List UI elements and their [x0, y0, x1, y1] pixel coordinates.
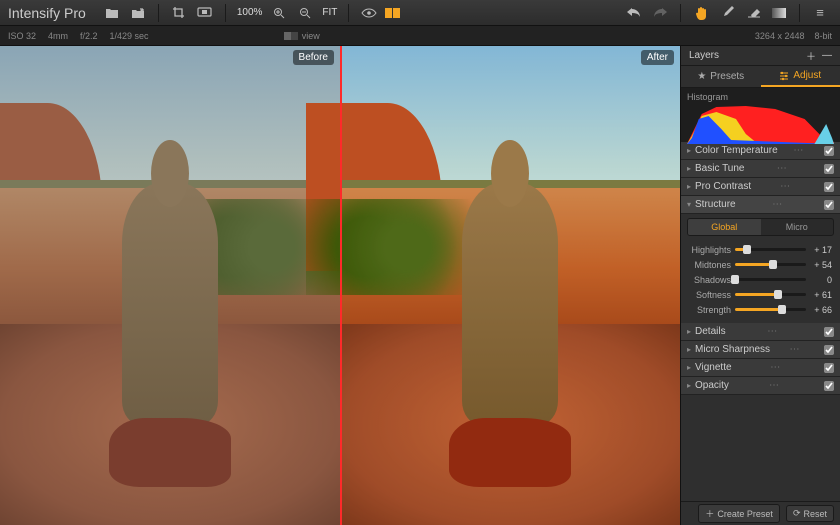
before-view [0, 46, 340, 525]
section-enable-checkbox[interactable] [824, 381, 834, 391]
slider-label: Midtones [689, 260, 731, 270]
image-bit-depth: 8-bit [814, 31, 832, 41]
structure-subtab-micro[interactable]: Micro [761, 219, 834, 235]
zoom-percent[interactable]: 100% [234, 7, 266, 18]
section-menu-icon[interactable]: ⋯ [772, 199, 783, 210]
zoom-in-button[interactable] [267, 4, 291, 22]
reset-button[interactable]: ⟳Reset [786, 505, 834, 522]
slider-shadows[interactable]: Shadows 0 [689, 272, 832, 287]
section-menu-icon[interactable]: ⋯ [767, 326, 778, 337]
section-enable-checkbox[interactable] [824, 363, 834, 373]
section-enable-checkbox[interactable] [824, 200, 834, 210]
slider-value: 0 [810, 275, 832, 285]
sliders-icon [779, 71, 789, 81]
slider-label: Highlights [689, 245, 731, 255]
slider-track[interactable] [735, 278, 806, 281]
section-opacity[interactable]: ▸Opacity⋯ [681, 377, 840, 395]
section-menu-icon[interactable]: ⋯ [780, 181, 791, 192]
slider-highlights[interactable]: Highlights + 17 [689, 242, 832, 257]
settings-menu-icon[interactable]: ≡ [808, 4, 832, 22]
after-view [340, 46, 680, 525]
slider-softness[interactable]: Softness + 61 [689, 287, 832, 302]
brush-tool-button[interactable] [715, 4, 739, 22]
section-micro-sharpness[interactable]: ▸Micro Sharpness⋯ [681, 341, 840, 359]
histogram-section: Histogram [681, 88, 840, 142]
slider-track[interactable] [735, 308, 806, 311]
zoom-out-button[interactable] [293, 4, 317, 22]
exif-iso: ISO 32 [8, 31, 36, 41]
zoom-fit-button[interactable]: FIT [319, 7, 340, 18]
compare-mode-button[interactable] [383, 4, 402, 22]
section-enable-checkbox[interactable] [824, 182, 834, 192]
star-icon: ★ [697, 71, 706, 82]
slider-label: Shadows [689, 275, 731, 285]
section-menu-icon[interactable]: ⋯ [793, 145, 804, 156]
section-pro-contrast[interactable]: ▸Pro Contrast⋯ [681, 178, 840, 196]
exif-aperture: f/2.2 [80, 31, 98, 41]
slider-track[interactable] [735, 248, 806, 251]
section-menu-icon[interactable]: ⋯ [777, 163, 788, 174]
section-enable-checkbox[interactable] [824, 345, 834, 355]
adjust-panel: Layers ＋ — ★ Presets Adjust Histogram [680, 46, 840, 525]
slider-value: + 54 [810, 260, 832, 270]
plus-icon: ＋ [705, 507, 714, 520]
export-button[interactable] [126, 4, 150, 22]
section-basic-tune[interactable]: ▸Basic Tune⋯ [681, 160, 840, 178]
slider-label: Strength [689, 305, 731, 315]
structure-subtab-global[interactable]: Global [688, 219, 761, 235]
slider-label: Softness [689, 290, 731, 300]
section-enable-checkbox[interactable] [824, 164, 834, 174]
section-menu-icon[interactable]: ⋯ [790, 344, 801, 355]
image-dimensions: 3264 x 2448 [755, 31, 805, 41]
redo-button[interactable] [648, 4, 672, 22]
eraser-tool-button[interactable] [741, 4, 765, 22]
preview-toggle-button[interactable] [357, 4, 381, 22]
section-enable-checkbox[interactable] [824, 146, 834, 156]
app-title: Intensify Pro [8, 5, 86, 21]
exif-infobar: ISO 32 4mm f/2.2 1/429 sec view 3264 x 2… [0, 26, 840, 46]
slider-value: + 66 [810, 305, 832, 315]
refresh-icon: ⟳ [793, 508, 801, 519]
slider-value: + 61 [810, 290, 832, 300]
slider-midtones[interactable]: Midtones + 54 [689, 257, 832, 272]
layer-menu-icon[interactable]: — [822, 50, 832, 61]
section-details[interactable]: ▸Details⋯ [681, 323, 840, 341]
compare-divider[interactable] [340, 46, 342, 525]
open-file-button[interactable] [100, 4, 124, 22]
image-canvas[interactable]: Before After [0, 46, 680, 525]
section-enable-checkbox[interactable] [824, 327, 834, 337]
structure-sliders: Highlights + 17 Midtones + 54 Shadows 0 Softne… [681, 240, 840, 323]
exif-shutter: 1/429 sec [110, 31, 149, 41]
crop-button[interactable] [167, 4, 191, 22]
undo-button[interactable] [622, 4, 646, 22]
histogram-graph [687, 104, 834, 144]
histogram-label: Histogram [687, 92, 834, 102]
section-vignette[interactable]: ▸Vignette⋯ [681, 359, 840, 377]
section-menu-icon[interactable]: ⋯ [769, 380, 780, 391]
slider-value: + 17 [810, 245, 832, 255]
panel-title: Layers [689, 50, 719, 61]
slider-track[interactable] [735, 293, 806, 296]
slider-strength[interactable]: Strength + 66 [689, 302, 832, 317]
section-menu-icon[interactable]: ⋯ [770, 362, 781, 373]
tab-adjust[interactable]: Adjust [761, 66, 840, 87]
section-color-temperature[interactable]: ▸Color Temperature⋯ [681, 142, 840, 160]
exif-focal: 4mm [48, 31, 68, 41]
tab-presets[interactable]: ★ Presets [681, 66, 761, 87]
add-layer-button[interactable]: ＋ [806, 48, 816, 63]
after-badge: After [641, 50, 674, 65]
slider-track[interactable] [735, 263, 806, 266]
view-label: view [302, 31, 320, 41]
top-toolbar: Intensify Pro 100% FIT [0, 0, 840, 26]
gradient-tool-button[interactable] [767, 4, 791, 22]
hand-tool-button[interactable] [689, 4, 713, 22]
before-badge: Before [293, 50, 334, 65]
view-mode-icon[interactable] [284, 32, 298, 40]
screen-button[interactable] [193, 4, 217, 22]
create-preset-button[interactable]: ＋Create Preset [698, 504, 780, 523]
section-structure[interactable]: ▾Structure⋯ [681, 196, 840, 214]
